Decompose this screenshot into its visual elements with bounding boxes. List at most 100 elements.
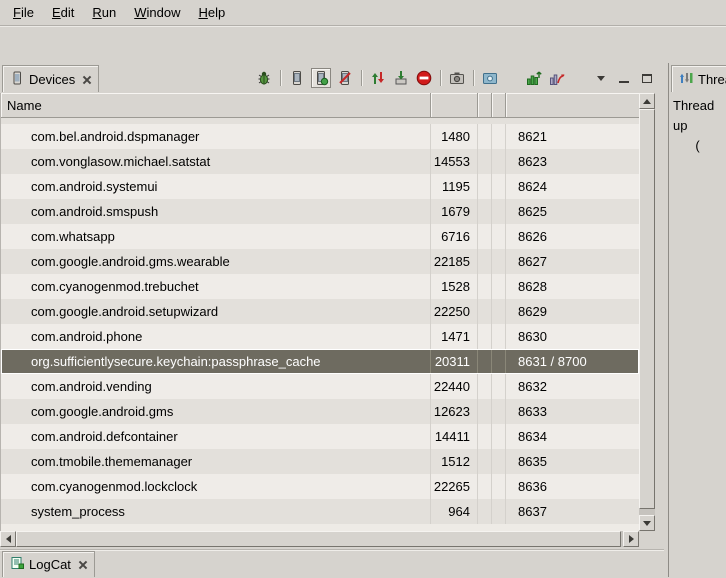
horizontal-scrollbar-thumb[interactable] — [16, 531, 621, 547]
horizontal-scrollbar[interactable] — [0, 531, 639, 547]
scroll-up-icon[interactable] — [639, 93, 655, 109]
scroll-left-icon[interactable] — [0, 531, 16, 547]
table-row[interactable]: com.cyanogenmod.lockclock22265 8636 — [1, 474, 639, 499]
process-pid: 1528 — [431, 274, 478, 299]
stop-process-icon[interactable] — [415, 69, 433, 87]
blank-cell — [492, 324, 506, 349]
tab-threads-label: Threads — [698, 72, 726, 87]
process-name: com.bel.android.dspmanager — [1, 124, 431, 149]
process-pid: 1512 — [431, 449, 478, 474]
blank-cell — [492, 274, 506, 299]
blank-cell — [478, 299, 492, 324]
scroll-down-icon[interactable] — [639, 515, 655, 531]
table-row[interactable]: com.google.android.gms126238633 — [1, 399, 639, 424]
tab-devices-label: Devices — [29, 72, 75, 87]
table-row[interactable]: com.whatsapp67168626 — [1, 224, 639, 249]
menu-item-file[interactable]: File — [4, 2, 43, 23]
threads-message-line2: ( — [673, 136, 722, 156]
heap-enabled-icon[interactable] — [311, 68, 331, 88]
process-name: system_process — [1, 499, 431, 524]
logcat-view: LogCat — [0, 549, 664, 578]
table-row[interactable]: org.sufficientlysecure.keychain:passphra… — [1, 349, 639, 374]
column-header-pid[interactable] — [431, 93, 478, 118]
table-row[interactable]: com.android.systemui11958624 — [1, 174, 639, 199]
process-port: 8628 — [506, 274, 639, 299]
process-pid: 12623 — [431, 399, 478, 424]
blank-cell — [478, 349, 492, 374]
view-menu-icon[interactable] — [592, 69, 610, 87]
blank-cell — [478, 474, 492, 499]
menu-item-help[interactable]: Help — [189, 2, 234, 23]
blank-cell — [492, 424, 506, 449]
update-heap-icon[interactable] — [288, 69, 306, 87]
table-row[interactable]: com.cyanogenmod.trebuchet1528 8628 — [1, 274, 639, 299]
table-row[interactable]: system_process9648637 — [1, 499, 639, 524]
maximize-icon[interactable] — [638, 69, 656, 87]
menu-item-window[interactable]: Window — [125, 2, 189, 23]
screenshot-icon[interactable] — [448, 69, 466, 87]
vertical-scrollbar[interactable] — [639, 93, 655, 531]
process-name: com.cyanogenmod.trebuchet — [1, 274, 431, 299]
debug-process-icon[interactable] — [255, 69, 273, 87]
tab-threads[interactable]: Threads — [671, 65, 726, 92]
toolbar-separator — [361, 70, 362, 86]
update-threads-state-icon[interactable] — [369, 69, 387, 87]
blank-cell — [492, 149, 506, 174]
process-port: 8627 — [506, 249, 639, 274]
close-devices-tab-icon[interactable] — [82, 75, 91, 84]
toolbar-separator — [440, 70, 441, 86]
table-row[interactable]: com.tmobile.thememanager15128635 — [1, 449, 639, 474]
table-row[interactable]: com.android.vending224408632 — [1, 374, 639, 399]
table-row[interactable]: com.android.defcontainer144118634 — [1, 424, 639, 449]
column-header-blank2[interactable] — [492, 93, 506, 118]
process-name: com.google.android.gms.wearable — [1, 249, 431, 274]
screen-record-icon[interactable] — [481, 69, 499, 87]
column-header-blank1[interactable] — [478, 93, 492, 118]
process-pid: 22185 — [431, 249, 478, 274]
table-row[interactable]: com.android.smspush16798625 — [1, 199, 639, 224]
menu-item-run[interactable]: Run — [83, 2, 125, 23]
scrollbar-corner — [639, 531, 655, 547]
process-pid: 964 — [431, 499, 478, 524]
menu-item-edit[interactable]: Edit — [43, 2, 83, 23]
process-port: 8624 — [506, 174, 639, 199]
blank-cell — [478, 374, 492, 399]
process-pid: 1679 — [431, 199, 478, 224]
vertical-scrollbar-thumb[interactable] — [639, 109, 655, 509]
logcat-tab-icon — [10, 556, 24, 573]
process-pid: 22440 — [431, 374, 478, 399]
cause-gc-icon[interactable] — [336, 69, 354, 87]
blank-cell — [492, 374, 506, 399]
minimize-icon[interactable] — [615, 69, 633, 87]
threads-tab-icon — [679, 71, 693, 88]
process-port: 8636 — [506, 474, 639, 499]
process-name: com.cyanogenmod.lockclock — [1, 474, 431, 499]
process-pid: 22265 — [431, 474, 478, 499]
table-row[interactable]: com.google.android.gms.wearable22185 8627 — [1, 249, 639, 274]
table-row[interactable]: com.bel.android.dspmanager14808621 — [1, 124, 639, 149]
blank-cell — [492, 499, 506, 524]
process-pid: 14411 — [431, 424, 478, 449]
process-port: 8625 — [506, 199, 639, 224]
table-row[interactable]: com.android.phone14718630 — [1, 324, 639, 349]
process-port: 8632 — [506, 374, 639, 399]
tab-logcat[interactable]: LogCat — [2, 551, 95, 577]
close-logcat-tab-icon[interactable] — [78, 560, 87, 569]
tab-devices[interactable]: Devices — [2, 65, 99, 92]
process-pid: 1480 — [431, 124, 478, 149]
update-threads-icon[interactable] — [525, 69, 543, 87]
column-header-port[interactable] — [506, 93, 639, 118]
scroll-right-icon[interactable] — [623, 531, 639, 547]
table-row[interactable]: com.vonglasow.michael.satstat145538623 — [1, 149, 639, 174]
process-port: 8623 — [506, 149, 639, 174]
method-profiling-icon[interactable] — [548, 69, 566, 87]
threads-view: Threads Thread up ( — [669, 63, 726, 577]
blank-cell — [478, 424, 492, 449]
dump-hprof-icon[interactable] — [392, 69, 410, 87]
column-header-name[interactable]: Name — [1, 93, 431, 118]
toolbar-separator — [473, 70, 474, 86]
process-name: com.google.android.gms — [1, 399, 431, 424]
table-row[interactable]: com.google.android.setupwizard222508629 — [1, 299, 639, 324]
blank-cell — [492, 299, 506, 324]
toolbar-separator — [280, 70, 281, 86]
